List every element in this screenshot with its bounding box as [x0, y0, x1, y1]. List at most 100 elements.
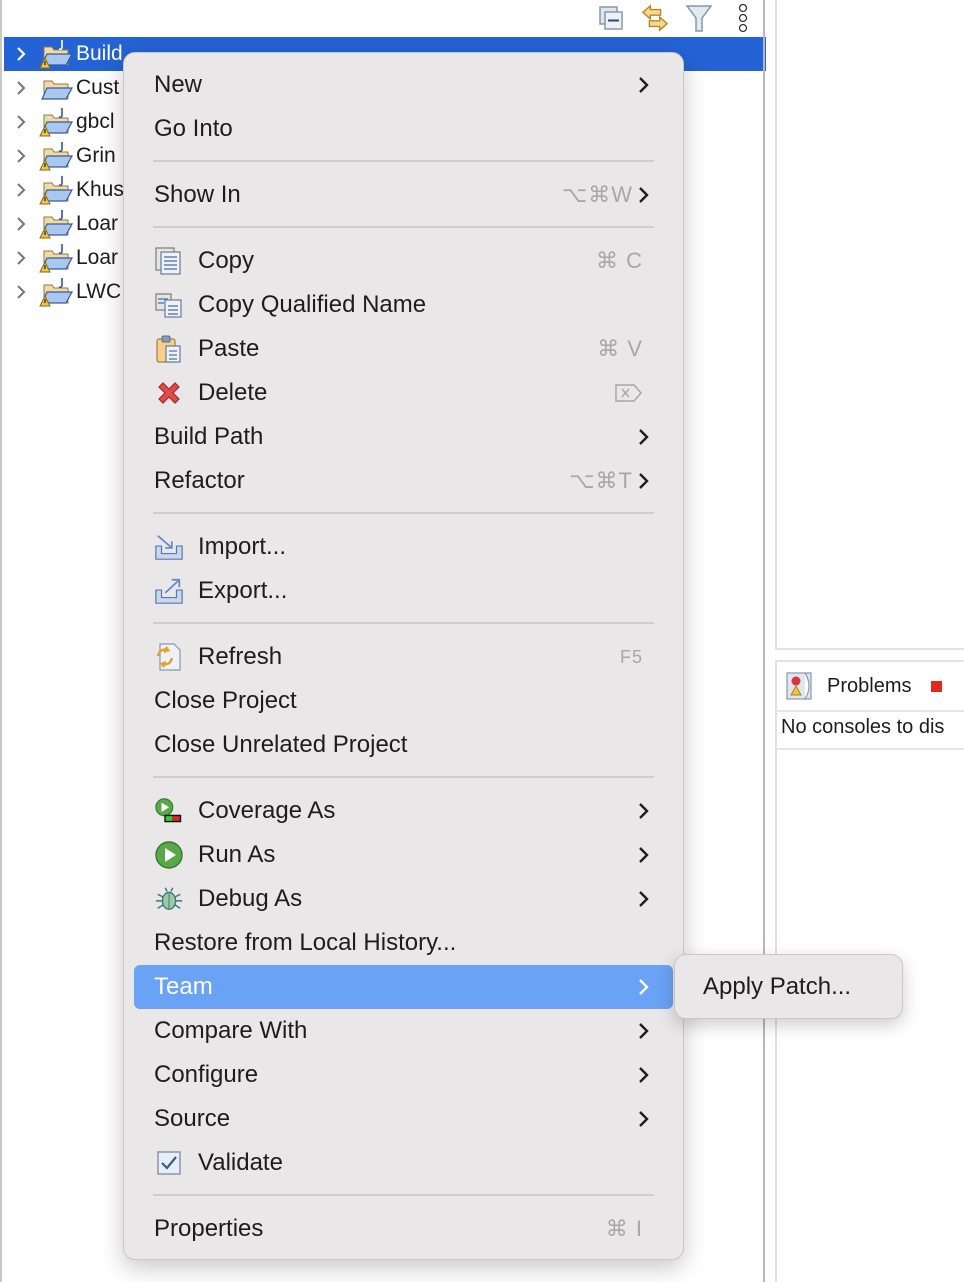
expand-chevron-icon[interactable] — [4, 80, 38, 96]
expand-chevron-icon[interactable] — [4, 114, 38, 130]
java-project-warning-icon — [39, 40, 74, 69]
menu-item-label: Run As — [198, 841, 276, 868]
project-name: Loar — [76, 246, 119, 269]
expand-chevron-icon[interactable] — [4, 148, 38, 164]
refresh-icon — [156, 643, 181, 671]
menu-item-label: Validate — [198, 1149, 283, 1176]
chevron-right-icon — [639, 803, 649, 819]
problems-tab-label: Problems — [827, 674, 912, 697]
menu-item-label: Copy Qualified Name — [198, 291, 427, 318]
menu-item-refresh[interactable]: Refresh F5 — [134, 635, 673, 679]
java-project-warning-icon — [39, 108, 74, 137]
menu-item-debug-as[interactable]: Debug As — [134, 877, 673, 921]
view-menu-button[interactable] — [728, 3, 758, 33]
shortcut-label: F5 — [619, 646, 643, 667]
menu-item-go-into[interactable]: Go Into — [134, 107, 673, 151]
menu-item-export[interactable]: Export... — [134, 569, 673, 613]
team-submenu: Apply Patch... — [674, 954, 903, 1019]
shortcut-label: ⌘ I — [605, 1216, 643, 1241]
menu-item-label: Properties — [154, 1215, 264, 1242]
menu-item-configure[interactable]: Configure — [134, 1053, 673, 1097]
menu-item-delete[interactable]: Delete — [134, 371, 673, 415]
menu-item-label: Build Path — [154, 423, 264, 450]
menu-item-compare-with[interactable]: Compare With — [134, 1009, 673, 1053]
project-name: Khus — [76, 178, 124, 201]
expand-chevron-icon[interactable] — [4, 216, 38, 232]
menu-item-team[interactable]: Team — [134, 965, 673, 1009]
menu-separator — [153, 1194, 654, 1196]
menu-item-close-unrelated-project[interactable]: Close Unrelated Project — [134, 723, 673, 767]
validate-checkbox-icon — [157, 1151, 181, 1175]
menu-item-label: Compare With — [154, 1017, 308, 1044]
menu-item-close-project[interactable]: Close Project — [134, 679, 673, 723]
menu-item-refactor[interactable]: Refactor ⌥⌘T — [134, 459, 673, 503]
expand-chevron-icon[interactable] — [4, 182, 38, 198]
chevron-right-icon — [639, 187, 649, 203]
filter-icon — [685, 5, 713, 32]
copy-icon — [155, 247, 181, 275]
expand-chevron-icon[interactable] — [4, 250, 38, 266]
menu-item-label: Copy — [198, 247, 255, 274]
menu-separator — [153, 622, 654, 624]
menu-separator — [153, 776, 654, 778]
expand-chevron-icon[interactable] — [4, 46, 38, 62]
project-name: Build — [76, 42, 123, 65]
context-menu: New Go Into Show In ⌥⌘W Copy ⌘ C Copy Qu… — [123, 52, 684, 1260]
menu-item-label: Export... — [198, 577, 288, 604]
menu-item-copy-qualified-name[interactable]: Copy Qualified Name — [134, 283, 673, 327]
export-icon — [155, 578, 183, 604]
project-name: Loar — [76, 212, 119, 235]
link-with-editor-button[interactable] — [640, 3, 670, 33]
chevron-right-icon — [639, 473, 649, 489]
problems-icon — [786, 672, 812, 700]
menu-item-coverage-as[interactable]: Coverage As — [134, 789, 673, 833]
import-icon — [155, 535, 183, 560]
java-project-warning-icon — [39, 210, 74, 239]
menu-item-label: Source — [154, 1105, 231, 1132]
link-with-editor-icon — [641, 4, 669, 32]
console-message: No consoles to dis — [777, 712, 964, 750]
menu-item-copy[interactable]: Copy ⌘ C — [134, 239, 673, 283]
menu-item-source[interactable]: Source — [134, 1097, 673, 1141]
menu-separator — [153, 160, 654, 162]
menu-item-label: Apply Patch... — [703, 973, 852, 1000]
java-project-warning-icon — [39, 142, 74, 171]
filter-button[interactable] — [684, 3, 714, 33]
menu-item-restore-from-local-history[interactable]: Restore from Local History... — [134, 921, 673, 965]
collapse-all-icon — [599, 6, 623, 30]
java-project-warning-icon — [39, 176, 74, 205]
shortcut-label: ⌘ C — [596, 248, 643, 273]
project-name: gbcl — [76, 110, 115, 133]
chevron-right-icon — [639, 891, 649, 907]
chevron-right-icon — [639, 847, 649, 863]
menu-item-properties[interactable]: Properties ⌘ I — [134, 1207, 673, 1251]
menu-item-apply-patch[interactable]: Apply Patch... — [681, 965, 896, 1009]
menu-item-label: Restore from Local History... — [154, 929, 457, 956]
chevron-right-icon — [639, 1067, 649, 1083]
menu-item-build-path[interactable]: Build Path — [134, 415, 673, 459]
menu-item-label: Team — [154, 973, 213, 1000]
menu-item-label: Refresh — [198, 643, 283, 670]
menu-item-paste[interactable]: Paste ⌘ V — [134, 327, 673, 371]
collapse-all-button[interactable] — [596, 3, 626, 33]
delete-icon — [158, 382, 180, 404]
editor-area — [775, 0, 964, 650]
chevron-right-icon — [639, 1111, 649, 1127]
chevron-right-icon — [639, 979, 649, 995]
expand-chevron-icon[interactable] — [4, 284, 38, 300]
debug-bug-icon — [155, 887, 183, 910]
run-icon — [155, 841, 183, 869]
shortcut-label: ⌥⌘T — [569, 468, 633, 493]
panel-divider[interactable] — [763, 0, 765, 1282]
menu-item-label: Show In — [154, 181, 241, 208]
java-project-warning-icon — [39, 278, 74, 307]
menu-item-run-as[interactable]: Run As — [134, 833, 673, 877]
menu-item-new[interactable]: New — [134, 63, 673, 107]
tab-problems[interactable]: Problems — [777, 662, 964, 712]
delete-key-icon — [615, 384, 642, 402]
menu-item-validate[interactable]: Validate — [134, 1141, 673, 1185]
error-marker-icon — [931, 680, 943, 692]
menu-item-show-in[interactable]: Show In ⌥⌘W — [134, 173, 673, 217]
project-name: Grin — [76, 144, 116, 167]
menu-item-import[interactable]: Import... — [134, 525, 673, 569]
